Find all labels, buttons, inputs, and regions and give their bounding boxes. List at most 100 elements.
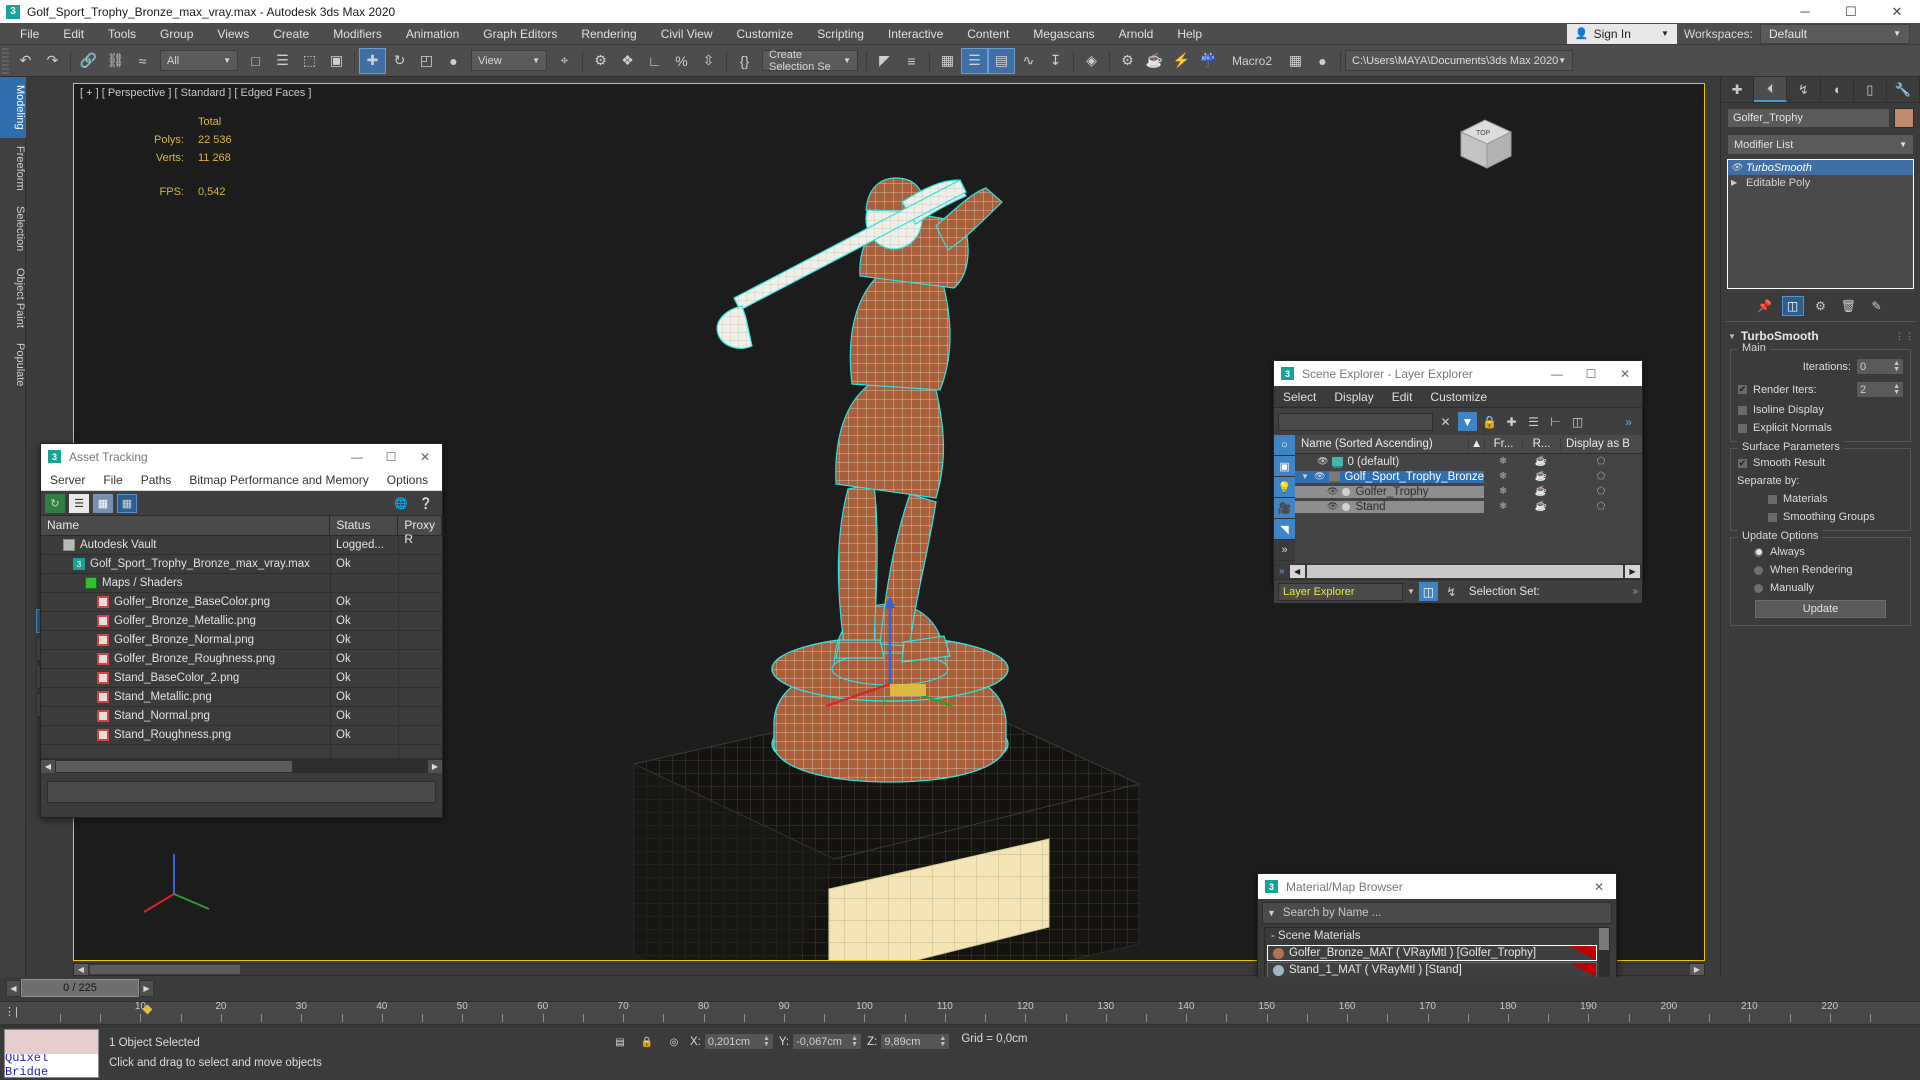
always-radio[interactable] <box>1753 546 1764 558</box>
col-status[interactable]: Status <box>330 516 399 535</box>
layers-stack-icon[interactable]: ◫ <box>1568 412 1587 431</box>
eye-icon[interactable]: 👁 <box>1327 501 1338 512</box>
material-map-browser-window[interactable]: 3 Material/Map Browser ✕ ▼ Search by Nam… <box>1257 873 1617 983</box>
snaps-toggle-icon[interactable]: ❖ <box>614 48 641 74</box>
tab-motion-icon[interactable]: ◖ <box>1821 77 1854 102</box>
renderable-cell-icon[interactable]: ☕ <box>1522 501 1560 512</box>
viewcube[interactable]: TOP <box>1449 112 1513 169</box>
menu-item-modifiers[interactable]: Modifiers <box>321 23 394 45</box>
tab-modify-icon[interactable]: ⏴ <box>1754 77 1788 102</box>
scroll-left-icon[interactable]: ◀ <box>1289 564 1305 578</box>
update-button[interactable]: Update <box>1755 600 1886 618</box>
manually-row[interactable]: Manually <box>1737 582 1904 594</box>
material-browser-close-button[interactable]: ✕ <box>1582 874 1616 899</box>
side-objects-icon[interactable]: ▣ <box>1274 456 1295 477</box>
toggle-ribbon-icon[interactable]: ▤ <box>988 47 1015 74</box>
scene-explorer-horizontal-scrollbar[interactable]: » ◀ ▶ <box>1274 563 1642 579</box>
renderable-cell-icon[interactable]: ☕ <box>1522 471 1560 482</box>
frozen-cell-icon[interactable]: ❄ <box>1484 456 1522 467</box>
prev-frame-icon[interactable]: ◀ <box>6 979 21 997</box>
curve-editor-icon[interactable]: ∿ <box>1015 48 1042 74</box>
asset-tracking-close-button[interactable]: ✕ <box>408 444 442 469</box>
scene-explorer-maximize-button[interactable]: ☐ <box>1574 361 1608 386</box>
frozen-cell-icon[interactable]: ❄ <box>1484 471 1522 482</box>
at-menu-bitmap-performance[interactable]: Bitmap Performance and Memory <box>180 469 377 491</box>
menu-item-interactive[interactable]: Interactive <box>876 23 955 45</box>
drag-handle-icon[interactable]: ⋮⋮ <box>1895 331 1915 342</box>
collapse-arrow-icon[interactable]: ▼ <box>1301 472 1312 481</box>
list-item[interactable]: 👁 Stand ❄ ☕ ⬠ <box>1295 499 1642 514</box>
material-browser-scrollbar[interactable] <box>1599 928 1609 982</box>
named-selection-sets-icon[interactable]: {} <box>731 48 758 74</box>
material-editor-icon[interactable]: ◈ <box>1078 48 1105 74</box>
side-select-icon[interactable]: ○ <box>1274 435 1295 456</box>
scroll-left-icon[interactable]: ◀ <box>41 760 55 773</box>
menu-item-help[interactable]: Help <box>1165 23 1214 45</box>
eye-icon[interactable]: 👁 <box>1731 162 1742 173</box>
menu-item-file[interactable]: File <box>8 23 51 45</box>
scene-explorer-close-button[interactable]: ✕ <box>1608 361 1642 386</box>
frozen-cell-icon[interactable]: ❄ <box>1484 486 1522 497</box>
menu-item-content[interactable]: Content <box>955 23 1021 45</box>
expand-arrow-icon[interactable]: ▶ <box>1731 178 1742 187</box>
x-field[interactable]: 0,201cm ▲ ▼ <box>703 1033 774 1050</box>
selection-lock-region-icon[interactable]: ▤ <box>609 1033 631 1051</box>
display-as-box-cell-icon[interactable]: ⬠ <box>1560 486 1642 497</box>
chevron-down-icon[interactable]: ▼ <box>1407 587 1415 596</box>
asset-tracking-window[interactable]: 3 Asset Tracking — ☐ ✕ Server File Paths… <box>40 443 443 818</box>
col-proxy[interactable]: Proxy R <box>398 516 442 546</box>
list-item[interactable]: ▼ 👁 Golf_Sport_Trophy_Bronze ❄ ☕ ⬠ <box>1295 469 1642 484</box>
menu-item-group[interactable]: Group <box>148 23 205 45</box>
col-name[interactable]: Name (Sorted Ascending) <box>1295 438 1468 450</box>
list-item[interactable]: Stand_1_MAT ( VRayMtl ) [Stand] <box>1267 962 1597 978</box>
spinner-arrows-icon[interactable]: ▲ ▼ <box>851 1035 858 1048</box>
redo-button[interactable]: ↷ <box>39 48 66 74</box>
remove-modifier-icon[interactable]: 🗑 <box>1838 296 1860 316</box>
render-iters-spinner[interactable]: 2 ▲ ▼ <box>1856 381 1904 398</box>
menu-item-animation[interactable]: Animation <box>394 23 471 45</box>
display-as-box-cell-icon[interactable]: ⬠ <box>1560 471 1642 482</box>
explorer-mode-combo[interactable]: Layer Explorer <box>1278 582 1403 601</box>
object-name-field[interactable]: Golfer_Trophy <box>1727 108 1890 128</box>
isoline-display-row[interactable]: Isoline Display <box>1737 404 1904 416</box>
project-path-field[interactable]: C:\Users\MAYA\Documents\3ds Max 2020 ▼ <box>1345 50 1574 71</box>
smoothing-groups-row[interactable]: Smoothing Groups <box>1737 511 1904 523</box>
render-production-icon[interactable]: ⚡ <box>1168 48 1195 74</box>
material-browser-list[interactable]: - Scene Materials Golfer_Bronze_MAT ( VR… <box>1264 927 1610 983</box>
scene-explorer-list[interactable]: Name (Sorted Ascending) ▲ Fr... R... Dis… <box>1295 435 1643 563</box>
menu-item-create[interactable]: Create <box>261 23 321 45</box>
scroll-thumb[interactable] <box>90 965 240 974</box>
more-options-icon[interactable]: » <box>1632 586 1638 597</box>
menu-item-arnold[interactable]: Arnold <box>1107 23 1166 45</box>
scene-materials-category[interactable]: - Scene Materials <box>1265 928 1599 944</box>
display-as-box-cell-icon[interactable]: ⬠ <box>1560 501 1642 512</box>
scroll-right-icon[interactable]: ▶ <box>1690 964 1704 975</box>
tab-utilities-icon[interactable]: 🔧 <box>1887 77 1920 102</box>
smooth-result-checkbox[interactable] <box>1737 457 1748 469</box>
add-layer-icon[interactable]: ✚ <box>1502 412 1521 431</box>
window-crossing-icon[interactable]: ▣ <box>323 48 350 74</box>
asset-tracking-horizontal-scrollbar[interactable]: ◀ ▶ <box>41 759 442 773</box>
clear-search-icon[interactable]: ✕ <box>1436 412 1455 431</box>
ribbon-tab-selection[interactable]: Selection <box>0 198 26 259</box>
scroll-trough[interactable] <box>1306 564 1623 578</box>
add-selection-to-layer-icon[interactable]: ☰ <box>1524 412 1543 431</box>
table-row[interactable]: Stand_Metallic.png Ok <box>41 687 442 707</box>
refresh-icon[interactable]: ↻ <box>45 493 65 513</box>
table-row[interactable]: Golfer_Bronze_Metallic.png Ok <box>41 611 442 631</box>
frozen-cell-icon[interactable]: ❄ <box>1484 501 1522 512</box>
render-preview-icon[interactable]: ● <box>1309 48 1336 74</box>
iterations-spinner[interactable]: 0 ▲ ▼ <box>1856 358 1904 375</box>
se-menu-select[interactable]: Select <box>1274 386 1325 408</box>
renderable-cell-icon[interactable]: ☕ <box>1522 486 1560 497</box>
table-row[interactable]: Autodesk Vault Logged... <box>41 535 442 555</box>
help-icon[interactable]: ❔ <box>416 494 436 513</box>
when-rendering-radio[interactable] <box>1753 564 1764 576</box>
table-row[interactable]: Golfer_Bronze_BaseColor.png Ok <box>41 592 442 612</box>
spinner-arrows-icon[interactable]: ▲ ▼ <box>1893 383 1900 396</box>
maximize-button[interactable]: ☐ <box>1828 0 1874 23</box>
ribbon-tab-freeform[interactable]: Freeform <box>0 138 26 199</box>
select-layer-children-icon[interactable]: ⊢ <box>1546 412 1565 431</box>
bind-to-space-warp-icon[interactable]: ≈ <box>129 48 156 74</box>
globe-help-icon[interactable]: 🌐 <box>391 494 411 513</box>
